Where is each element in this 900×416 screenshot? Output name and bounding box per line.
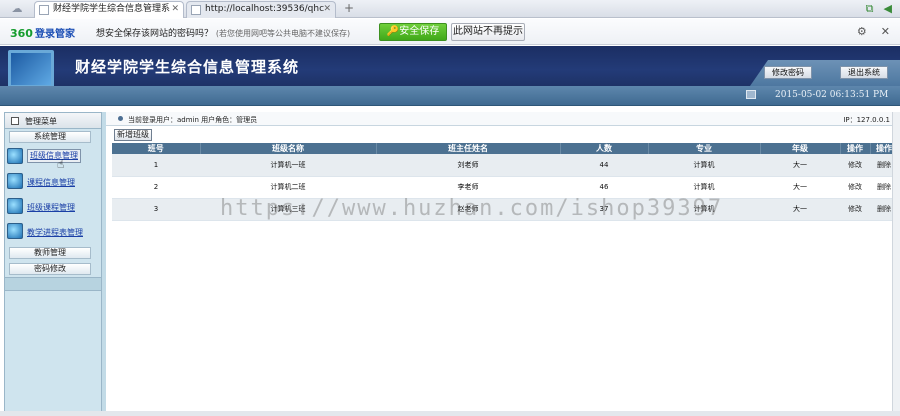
gear-icon[interactable]: ⚙ xyxy=(857,25,867,38)
sidebar-item-label[interactable]: 班级信息管理 xyxy=(27,149,81,163)
edit-link[interactable]: 修改 xyxy=(840,154,870,177)
sidebar-item-course-info[interactable]: 课程信息管理 xyxy=(5,171,101,193)
cell-teacher: 刘老师 xyxy=(376,154,560,177)
browser-tab-title: http://localhost:39536/qhc xyxy=(205,4,325,14)
brand-logo: 360 登录管家 xyxy=(10,25,75,40)
teaching-schedule-icon xyxy=(7,223,23,239)
sidebar-item-teaching-schedule[interactable]: 教学进程表管理 xyxy=(5,221,101,243)
category-password[interactable]: 密码修改 xyxy=(9,263,91,275)
cell-grade: 大一 xyxy=(760,154,840,177)
close-icon[interactable]: ✕ xyxy=(881,25,890,38)
cell-id: 2 xyxy=(112,176,200,199)
page-icon xyxy=(191,5,201,15)
sidebar-footer xyxy=(5,277,101,291)
never-prompt-button[interactable]: 此网站不再提示 xyxy=(451,23,525,41)
back-arrow-icon[interactable]: ◀ xyxy=(884,2,892,15)
password-note: (若您使用网吧等公共电脑不建议保存) xyxy=(215,29,351,38)
safe-save-button[interactable]: 🔑安全保存 xyxy=(379,23,447,41)
cell-teacher: 李老师 xyxy=(376,176,560,199)
class-course-icon xyxy=(7,198,23,214)
cell-grade: 大一 xyxy=(760,176,840,199)
category-system[interactable]: 系统管理 xyxy=(9,131,91,143)
user-info-bar: 当前登录用户：admin 用户角色：管理员 IP：127.0.0.1 xyxy=(106,112,900,126)
close-icon[interactable]: ✕ xyxy=(323,2,331,17)
page-title: 财经学院学生综合信息管理系统 xyxy=(75,58,300,76)
cell-name: 计算机一班 xyxy=(200,154,376,177)
change-password-button[interactable]: 修改密码 xyxy=(764,66,812,79)
add-class-button[interactable]: 新增班级 xyxy=(114,129,152,141)
current-user-info: 当前登录用户：admin 用户角色：管理员 xyxy=(128,116,258,124)
cell-count: 37 xyxy=(560,198,648,221)
sidebar: 管理菜单 系统管理 班级信息管理 课程信息管理 班级课程管理 教学进程表管理 教… xyxy=(4,112,102,416)
safe-save-label: 安全保存 xyxy=(399,26,440,37)
table-header-row: 班号 班级名称 班主任姓名 人数 专业 年级 操作 操作 xyxy=(112,143,899,154)
browser-tab-title: 财经学院学生综合信息管理系 xyxy=(53,4,171,14)
logout-button[interactable]: 退出系统 xyxy=(840,66,888,79)
cell-id: 1 xyxy=(112,154,200,177)
course-info-icon xyxy=(7,173,23,189)
category-teacher[interactable]: 教师管理 xyxy=(9,247,91,259)
col-header: 年级 xyxy=(760,143,841,154)
header-status-strip xyxy=(0,86,900,106)
sidebar-title: 管理菜单 xyxy=(25,117,57,126)
browser-tab-active[interactable]: 财经学院学生综合信息管理系 ✕ xyxy=(34,1,184,18)
table-row: 2 计算机二班 李老师 46 计算机 大一 修改 删除 xyxy=(112,176,898,199)
edit-link[interactable]: 修改 xyxy=(840,198,870,221)
sidebar-item-label[interactable]: 班级课程管理 xyxy=(27,202,75,213)
cell-name: 计算机三班 xyxy=(200,198,376,221)
monitor-logo-icon xyxy=(8,50,54,88)
cloud-icon[interactable]: ☁ xyxy=(6,2,28,16)
table-row: 1 计算机一班 刘老师 44 计算机 大一 修改 删除 xyxy=(112,154,898,177)
vertical-scrollbar[interactable] xyxy=(892,112,900,416)
brand-sub: 登录管家 xyxy=(34,29,75,40)
sidebar-item-class-info[interactable]: 班级信息管理 xyxy=(5,146,101,168)
main-content: 当前登录用户：admin 用户角色：管理员 IP：127.0.0.1 新增班级 … xyxy=(106,112,900,416)
password-save-bar: 360 登录管家 想安全保存该网站的密码吗？ (若您使用网吧等公共电脑不建议保存)… xyxy=(0,19,900,45)
info-dot-icon xyxy=(118,116,123,121)
sidebar-item-class-course[interactable]: 班级课程管理 xyxy=(5,196,101,218)
sidebar-item-label[interactable]: 教学进程表管理 xyxy=(27,227,83,238)
browser-toolbar-right: ⧉ ◀ xyxy=(856,2,892,16)
status-line xyxy=(0,411,900,416)
cell-major: 计算机 xyxy=(648,176,760,199)
col-header: 人数 xyxy=(560,143,649,154)
class-table: 班号 班级名称 班主任姓名 人数 专业 年级 操作 操作 1 计算机一班 刘老师… xyxy=(112,143,899,221)
menu-square-icon xyxy=(11,117,19,125)
sidebar-item-label[interactable]: 课程信息管理 xyxy=(27,177,75,188)
password-prompt: 想安全保存该网站的密码吗？ (若您使用网吧等公共电脑不建议保存) xyxy=(96,26,350,39)
ip-address: IP：127.0.0.1 xyxy=(843,116,890,124)
hand-cursor-icon: ☝ xyxy=(57,157,65,171)
password-bar-controls: ⚙ ✕ xyxy=(843,25,890,38)
col-header: 操作 xyxy=(840,143,871,154)
sidebar-header: 管理菜单 xyxy=(5,113,101,129)
table-row: 3 计算机三班 赵老师 37 计算机 大一 修改 删除 xyxy=(112,198,898,221)
cell-major: 计算机 xyxy=(648,198,760,221)
col-header: 班主任姓名 xyxy=(376,143,561,154)
browser-tab-strip: ☁ 财经学院学生综合信息管理系 ✕ http://localhost:39536… xyxy=(0,0,900,18)
restore-icon[interactable]: ⧉ xyxy=(866,2,874,15)
close-icon[interactable]: ✕ xyxy=(171,2,179,17)
class-info-icon xyxy=(7,148,23,164)
col-header: 班号 xyxy=(112,143,201,154)
new-tab-button[interactable]: + xyxy=(340,2,358,16)
cell-count: 46 xyxy=(560,176,648,199)
col-header: 专业 xyxy=(648,143,761,154)
browser-tab[interactable]: http://localhost:39536/qhc ✕ xyxy=(186,1,336,18)
clock-icon xyxy=(746,90,756,99)
cell-major: 计算机 xyxy=(648,154,760,177)
cell-name: 计算机二班 xyxy=(200,176,376,199)
brand-name: 360 xyxy=(10,27,33,40)
edit-link[interactable]: 修改 xyxy=(840,176,870,199)
cell-teacher: 赵老师 xyxy=(376,198,560,221)
cell-count: 44 xyxy=(560,154,648,177)
col-header: 班级名称 xyxy=(200,143,377,154)
page-icon xyxy=(39,5,49,15)
cell-grade: 大一 xyxy=(760,198,840,221)
cell-id: 3 xyxy=(112,198,200,221)
datetime-display: 2015-05-02 06:13:51 PM xyxy=(775,90,889,100)
key-icon: 🔑 xyxy=(386,26,400,37)
password-message: 想安全保存该网站的密码吗？ xyxy=(96,29,214,39)
